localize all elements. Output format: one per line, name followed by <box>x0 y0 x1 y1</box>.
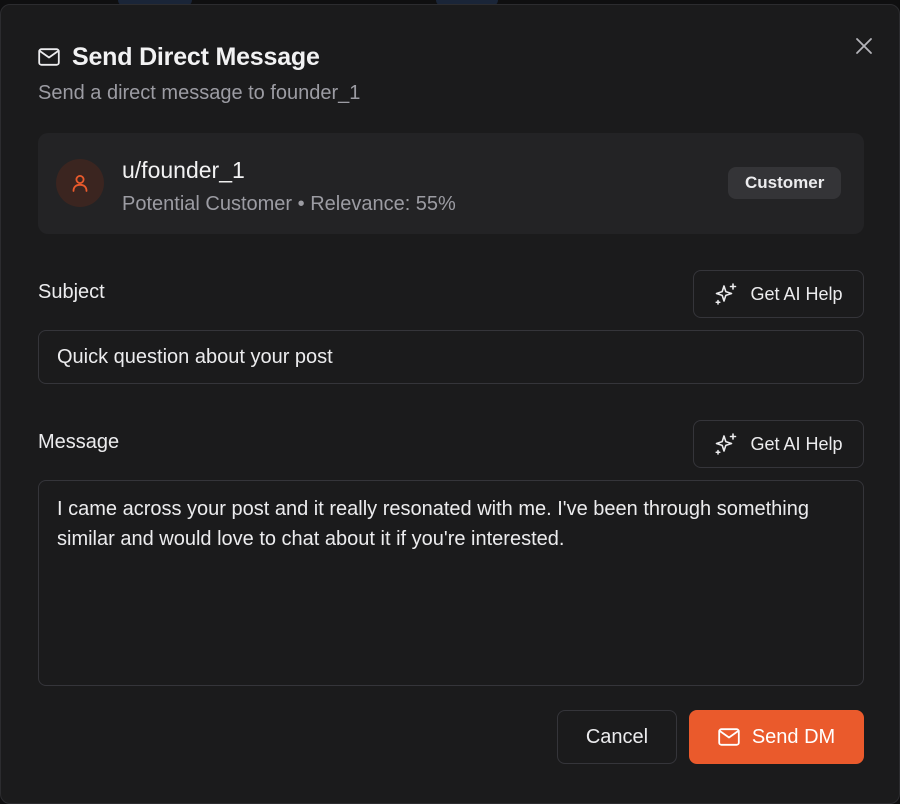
avatar <box>56 159 104 207</box>
message-ai-help-button[interactable]: Get AI Help <box>693 420 864 468</box>
close-button[interactable] <box>851 33 877 59</box>
user-icon <box>70 173 90 193</box>
send-dm-button[interactable]: Send DM <box>689 710 864 764</box>
status-badge: Customer <box>728 167 842 199</box>
send-dm-label: Send DM <box>751 725 836 748</box>
dialog-subtitle: Send a direct message to founder_1 <box>38 82 361 104</box>
mail-icon <box>38 48 60 66</box>
send-dm-dialog: Send Direct Message Send a direct messag… <box>0 4 900 804</box>
subject-input[interactable]: Quick question about your post <box>38 330 864 384</box>
mail-icon <box>718 728 740 746</box>
message-textarea[interactable]: I came across your post and it really re… <box>38 480 864 686</box>
message-label: Message <box>38 431 120 453</box>
dialog-title: Send Direct Message <box>72 42 320 71</box>
cancel-button[interactable]: Cancel <box>557 710 677 764</box>
sparkles-icon <box>714 282 738 306</box>
subject-ai-help-label: Get AI Help <box>750 283 843 304</box>
recipient-meta: Potential Customer • Relevance: 55% <box>122 193 456 215</box>
recipient-username: u/founder_1 <box>122 157 245 183</box>
subject-label: Subject <box>38 281 105 303</box>
message-ai-help-label: Get AI Help <box>750 433 843 454</box>
sparkles-icon <box>714 432 738 456</box>
subject-ai-help-button[interactable]: Get AI Help <box>693 270 864 318</box>
x-icon <box>855 37 873 55</box>
dialog-header: Send Direct Message <box>38 41 320 73</box>
recipient-card: u/founder_1 Potential Customer • Relevan… <box>38 133 864 234</box>
